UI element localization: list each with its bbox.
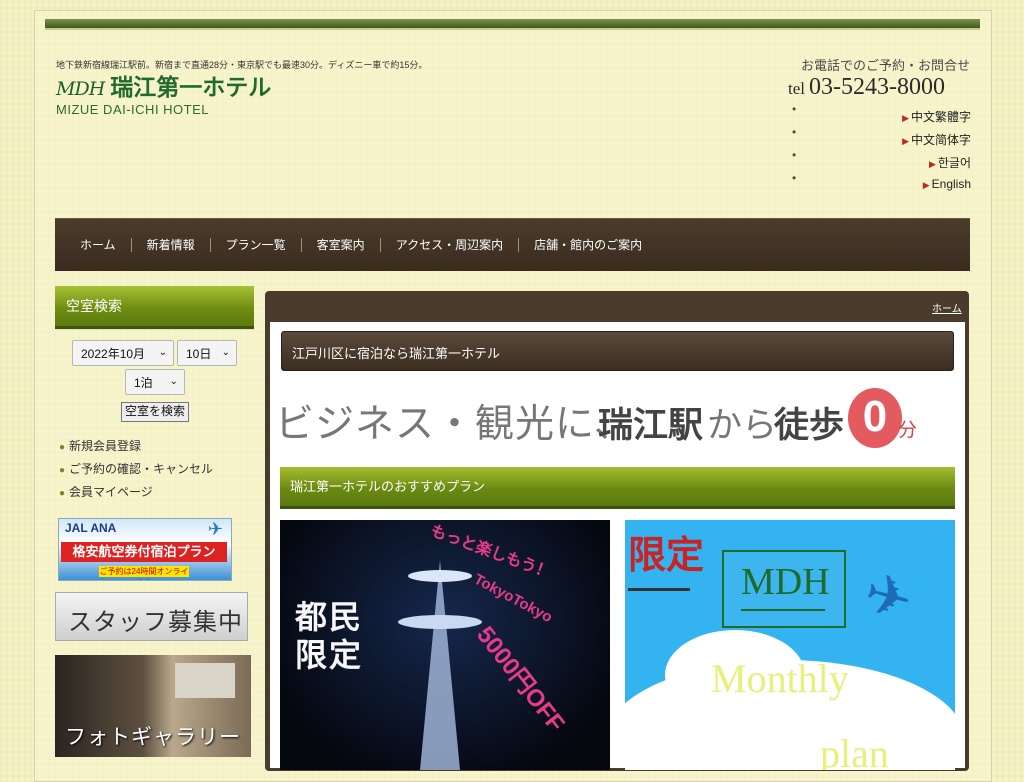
plan-a-heading-line2: 限定 xyxy=(295,637,364,673)
logo-english-name: MIZUE DAI-ICHI HOTEL xyxy=(56,102,210,117)
airline-banner-sub: ご予約は24時間オンライン! xyxy=(99,566,189,580)
phone-number[interactable]: tel 03-5243-8000 xyxy=(788,74,945,101)
site-logo[interactable]: MDH 瑞江第一ホテル xyxy=(56,68,271,102)
triangle-icon: ▶ xyxy=(922,180,930,190)
airline-banner-main: 格安航空券付宿泊プラン xyxy=(61,542,227,562)
triangle-icon: ▶ xyxy=(902,113,909,123)
plan-b-plan: plan xyxy=(820,731,889,770)
logo-name: 瑞江第一ホテル xyxy=(110,74,272,100)
logo-mark: MDH xyxy=(56,78,105,100)
room-window-image xyxy=(175,663,235,698)
hero-text-station: 瑞江駅 xyxy=(598,406,704,445)
bullet-icon: • xyxy=(792,148,797,162)
airplane-icon: ✈ xyxy=(857,560,920,634)
chevron-down-icon: ⌄ xyxy=(158,347,167,358)
staff-recruit-banner[interactable]: スタッフ募集中 xyxy=(55,592,248,641)
bullet-icon: ● xyxy=(59,488,66,499)
language-label: 中文简体字 xyxy=(910,133,971,147)
vacancy-search-title: 空室検索 xyxy=(66,298,122,314)
link-label: ご予約の確認・キャンセル xyxy=(69,462,214,476)
hero-banner: ビジネス・観光に、 瑞江駅 から 徒歩 0 分 xyxy=(275,387,955,457)
language-link-english[interactable]: ▶ English xyxy=(923,177,971,191)
intro-section-title: 江戸川区に宿泊なら瑞江第一ホテル xyxy=(292,346,501,361)
hero-zero-badge: 0 xyxy=(848,388,902,448)
main-nav: ホーム 新着情報 プラン一覧 客室案内 アクセス・周辺案内 店舗・館内のご案内 xyxy=(55,218,970,271)
underline-divider xyxy=(741,609,825,611)
nav-news[interactable]: 新着情報 xyxy=(132,238,211,252)
bullet-icon: • xyxy=(792,171,797,185)
bullet-icon: • xyxy=(792,125,797,139)
bullet-icon: ● xyxy=(59,465,66,476)
hero-minutes: 分 xyxy=(898,420,918,441)
triangle-icon: ▶ xyxy=(928,159,936,169)
chevron-down-icon: ⌄ xyxy=(221,347,230,358)
hero-text-3: から xyxy=(707,406,778,445)
nav-facilities[interactable]: 店舗・館内のご案内 xyxy=(519,238,657,252)
breadcrumb-home[interactable]: ホーム xyxy=(932,300,962,315)
link-label: 会員マイページ xyxy=(69,485,153,499)
year-month-select[interactable]: 2022年10月 ⌄ xyxy=(72,340,174,366)
contact-label: お電話でのご予約・お問合せ xyxy=(800,59,970,74)
airplane-icon: ✈ xyxy=(207,519,223,539)
day-select[interactable]: 10日 ⌄ xyxy=(177,340,237,366)
tel-number: 03-5243-8000 xyxy=(809,74,945,100)
triangle-icon: ▶ xyxy=(902,136,909,146)
nav-home[interactable]: ホーム xyxy=(65,238,132,252)
plan-card-tokyo-residents[interactable]: 都民 限定 もっと楽しもう！ TokyoTokyo 5000円OFF xyxy=(280,520,610,770)
skytree-upper-deck xyxy=(408,570,472,582)
skytree-image xyxy=(420,560,460,770)
underline-divider xyxy=(628,588,690,591)
plans-section-header: 瑞江第一ホテルのおすすめプラン xyxy=(280,467,955,509)
plan-a-heading-line1: 都民 xyxy=(295,599,364,635)
language-link-korean[interactable]: ▶ 한글어 xyxy=(929,154,971,171)
language-label: 中文繁體字 xyxy=(910,110,971,124)
hero-text-1: ビジネス・観光に、 xyxy=(275,403,634,446)
plans-section-title: 瑞江第一ホテルのおすすめプラン xyxy=(290,479,486,494)
airline-plan-banner[interactable]: JAL ANA ✈ 格安航空券付宿泊プラン ご予約は24時間オンライン! xyxy=(58,518,232,581)
nav-access[interactable]: アクセス・周辺案内 xyxy=(381,238,520,252)
day-value: 10日 xyxy=(186,346,212,361)
link-mypage[interactable]: ● 会員マイページ xyxy=(59,483,213,506)
language-link-simplified-chinese[interactable]: ▶ 中文简体字 xyxy=(902,131,971,148)
plan-a-heading: 都民 限定 xyxy=(295,598,363,674)
language-item: • ▶ 한글어 xyxy=(788,148,971,173)
plan-card-monthly[interactable]: 限定 MDH ✈ Monthly plan xyxy=(625,520,955,770)
plan-b-limited: 限定 xyxy=(628,535,705,577)
airline-logos: JAL ANA xyxy=(65,521,117,535)
tel-prefix: tel xyxy=(788,79,805,98)
skytree-lower-deck xyxy=(398,615,482,629)
nav-rooms[interactable]: 客室案内 xyxy=(302,238,381,252)
language-label: English xyxy=(931,177,971,191)
photo-gallery-label: フォトギャラリー xyxy=(65,726,241,749)
photo-gallery-banner[interactable]: フォトギャラリー xyxy=(55,655,251,757)
member-links: ● 新規会員登録 ● ご予約の確認・キャンセル ● 会員マイページ xyxy=(59,437,213,506)
language-label: 한글어 xyxy=(937,156,971,170)
nights-value: 1泊 xyxy=(134,375,153,390)
language-item: • ▶ 中文简体字 xyxy=(788,125,971,150)
year-month-value: 2022年10月 xyxy=(81,346,146,361)
plan-b-monthly: Monthly xyxy=(711,656,849,701)
language-link-traditional-chinese[interactable]: ▶ 中文繁體字 xyxy=(902,108,971,125)
vacancy-search-button[interactable]: 空室を検索 xyxy=(121,402,189,422)
chevron-down-icon: ⌄ xyxy=(169,376,178,387)
nights-select[interactable]: 1泊 ⌄ xyxy=(125,369,185,395)
bullet-icon: ● xyxy=(59,442,66,453)
staff-recruit-label: スタッフ募集中 xyxy=(68,609,243,636)
hero-text-walk: 徒歩 xyxy=(774,406,845,445)
bullet-icon: • xyxy=(792,102,797,116)
link-register[interactable]: ● 新規会員登録 xyxy=(59,437,213,460)
link-reservation-check[interactable]: ● ご予約の確認・キャンセル xyxy=(59,460,213,483)
top-accent-bar xyxy=(45,19,980,30)
vacancy-search-header: 空室検索 xyxy=(55,286,254,329)
language-list: • ▶ 中文繁體字 • ▶ 中文简体字 • ▶ 한글어 • ▶ English xyxy=(788,102,971,196)
language-item: • ▶ English xyxy=(788,171,971,196)
intro-section-header: 江戸川区に宿泊なら瑞江第一ホテル xyxy=(281,331,954,371)
nav-plans[interactable]: プラン一覧 xyxy=(211,238,302,252)
language-item: • ▶ 中文繁體字 xyxy=(788,102,971,127)
plan-b-mdh: MDH xyxy=(741,561,830,603)
plan-a-discount: 5000円OFF xyxy=(471,621,570,738)
link-label: 新規会員登録 xyxy=(69,439,142,453)
